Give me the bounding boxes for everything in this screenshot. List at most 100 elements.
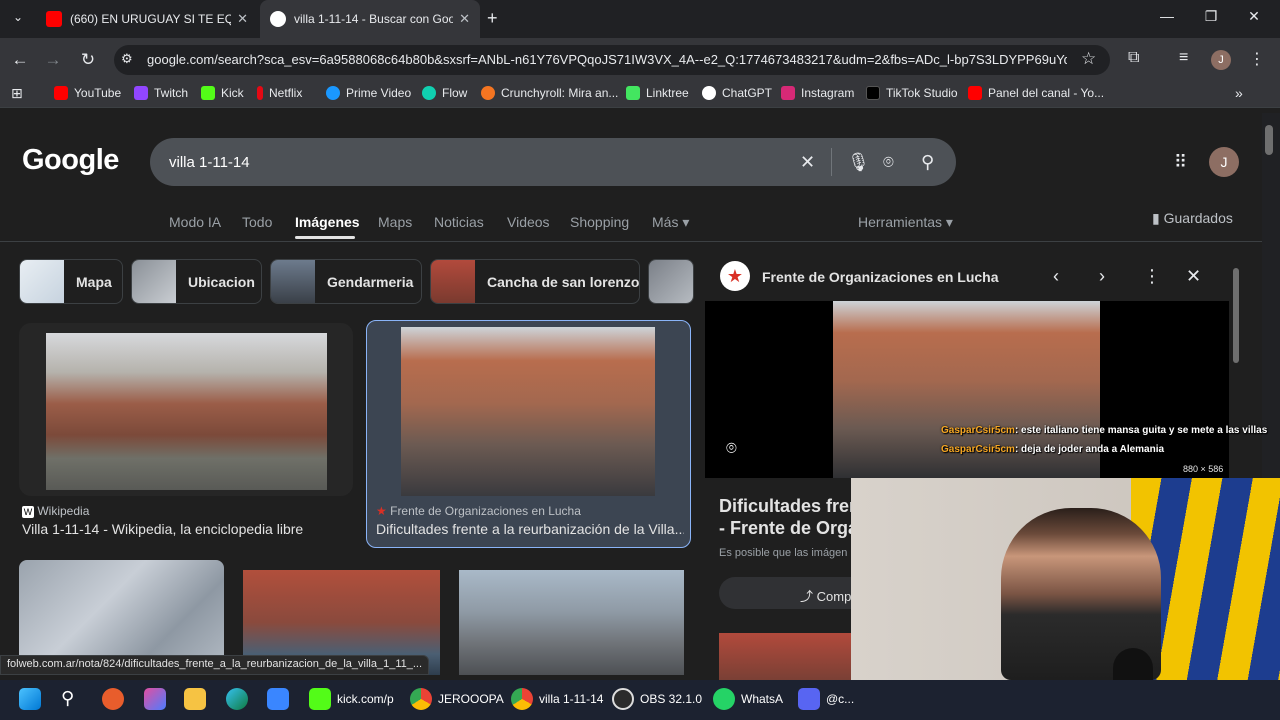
chip-thumbnail	[132, 260, 176, 303]
chip-ubicacion[interactable]: Ubicacion	[131, 259, 262, 304]
taskbar-chrome-profile[interactable]: JEROOOPA	[410, 688, 504, 710]
windows-start-icon[interactable]	[19, 688, 47, 710]
clear-icon[interactable]: ✕	[800, 152, 815, 173]
tab-google-search[interactable]: villa 1-11-14 - Buscar con Goog ✕	[260, 0, 480, 38]
result-image[interactable]	[459, 570, 684, 675]
bookmark-kick[interactable]: Kick	[201, 86, 244, 100]
panel-description: Es posible que las imágen	[719, 547, 848, 559]
taskbar-discord[interactable]: @c...	[798, 688, 854, 710]
close-icon[interactable]: ✕	[237, 11, 248, 27]
tab-imagenes[interactable]: Imágenes	[295, 214, 360, 230]
account-avatar[interactable]: J	[1209, 147, 1239, 177]
result-title[interactable]: Dificultades frente a la reurbanización …	[376, 521, 684, 537]
result-image[interactable]	[401, 327, 655, 496]
chat-message: GasparCsir5cm: este italiano tiene mansa…	[941, 425, 1268, 436]
kick-icon	[201, 86, 215, 100]
search-icon[interactable]: ⚲	[921, 152, 934, 173]
store-icon[interactable]	[267, 688, 295, 710]
tools-button[interactable]: Herramientas ▾	[858, 214, 953, 231]
previous-icon[interactable]: ‹	[1053, 266, 1059, 287]
search-input[interactable]: villa 1-11-14	[169, 154, 250, 171]
bookmark-panel-canal[interactable]: Panel del canal - Yo...	[968, 86, 1104, 100]
chip-gendarmeria[interactable]: Gendarmeria	[270, 259, 422, 304]
tab-maps[interactable]: Maps	[378, 214, 412, 230]
site-info-icon[interactable]: ⚙	[121, 51, 133, 67]
apps-grid-icon[interactable]: ⊞	[11, 85, 23, 102]
lens-icon[interactable]: ⌾	[883, 152, 894, 173]
bookmark-instagram[interactable]: Instagram	[781, 86, 854, 100]
chip-mapa[interactable]: Mapa	[19, 259, 123, 304]
restore-icon[interactable]: ❐	[1196, 8, 1226, 25]
forward-icon[interactable]: →	[41, 50, 65, 70]
result-title[interactable]: Villa 1-11-14 - Wikipedia, la encicloped…	[22, 521, 352, 537]
saved-button[interactable]: ▮ Guardados	[1152, 210, 1233, 227]
close-window-icon[interactable]: ✕	[1239, 8, 1269, 25]
bookmark-twitch[interactable]: Twitch	[134, 86, 188, 100]
taskbar-app-icon[interactable]	[102, 688, 130, 710]
menu-icon[interactable]: ⋮	[1249, 49, 1265, 69]
tab-videos[interactable]: Videos	[507, 214, 550, 230]
microphone	[1113, 648, 1153, 680]
office-icon[interactable]	[144, 688, 172, 710]
bookmark-flow[interactable]: Flow	[422, 86, 467, 100]
bookmark-linktree[interactable]: Linktree	[626, 86, 689, 100]
bookmark-tiktok-studio[interactable]: TikTok Studio	[866, 86, 958, 100]
bookmark-star-icon[interactable]: ☆	[1081, 49, 1096, 69]
tab-search-icon[interactable]: ⌄	[8, 10, 28, 24]
new-tab-button[interactable]: +	[487, 8, 498, 29]
chip-more[interactable]	[648, 259, 694, 304]
bookmark-crunchyroll[interactable]: Crunchyroll: Mira an...	[481, 86, 618, 100]
media-icon[interactable]: ≡	[1179, 49, 1188, 67]
tab-modo-ia[interactable]: Modo IA	[169, 214, 221, 230]
linktree-icon	[626, 86, 640, 100]
taskbar-whatsapp[interactable]: WhatsA	[713, 688, 783, 710]
chip-thumbnail	[20, 260, 64, 303]
search-box[interactable]	[150, 138, 956, 186]
close-panel-icon[interactable]: ✕	[1186, 266, 1201, 287]
more-bookmarks-icon[interactable]: »	[1235, 85, 1243, 101]
panel-source-title[interactable]: Frente de Organizaciones en Lucha	[762, 269, 999, 285]
bookmark-chatgpt[interactable]: ChatGPT	[702, 86, 772, 100]
tab-noticias[interactable]: Noticias	[434, 214, 484, 230]
tab-title: (660) EN URUGUAY SI TE EQUIV	[70, 12, 232, 26]
bookmark-prime-video[interactable]: Prime Video	[326, 86, 411, 100]
lens-search-icon[interactable]: ⌾	[726, 438, 737, 459]
taskbar-obs[interactable]: OBS 32.1.0	[612, 688, 702, 710]
back-icon[interactable]: ←	[8, 50, 32, 70]
twitch-icon	[134, 86, 148, 100]
tab-youtube[interactable]: (660) EN URUGUAY SI TE EQUIV ✕	[36, 0, 258, 38]
page-scrollbar[interactable]	[1265, 125, 1273, 155]
google-logo[interactable]: Google	[22, 144, 119, 177]
file-explorer-icon[interactable]	[184, 688, 212, 710]
profile-avatar[interactable]: J	[1211, 50, 1231, 70]
edge-icon[interactable]	[226, 688, 254, 710]
netflix-icon	[257, 86, 263, 100]
reload-icon[interactable]: ↻	[76, 50, 100, 70]
minimize-icon[interactable]: —	[1152, 8, 1182, 24]
panel-scrollbar[interactable]	[1233, 268, 1239, 363]
result-image[interactable]	[46, 333, 327, 490]
tab-mas[interactable]: Más ▾	[652, 214, 689, 231]
close-icon[interactable]: ✕	[459, 11, 470, 27]
more-options-icon[interactable]: ⋮	[1143, 266, 1161, 287]
bookmark-youtube[interactable]: YouTube	[54, 86, 121, 100]
apps-icon[interactable]: ⠿	[1174, 152, 1187, 173]
status-bar-url: folweb.com.ar/nota/824/dificultades_fren…	[0, 655, 430, 675]
chip-cancha-san-lorenzo[interactable]: Cancha de san lorenzo	[430, 259, 640, 304]
result-source: W Wikipedia	[22, 504, 90, 518]
tiktok-icon	[866, 86, 880, 100]
extensions-icon[interactable]: ⧉	[1128, 49, 1139, 67]
related-image[interactable]	[719, 633, 851, 680]
tab-shopping[interactable]: Shopping	[570, 214, 629, 230]
bookmark-netflix[interactable]: Netflix	[257, 86, 302, 100]
taskbar-search-icon[interactable]: ⚲	[61, 688, 74, 709]
panel-title[interactable]: Dificultades frent - Frente de Organ	[719, 495, 869, 539]
taskbar-kick[interactable]: kick.com/p	[309, 688, 394, 710]
flow-icon	[422, 86, 436, 100]
microphone-icon[interactable]: 🎙	[847, 152, 870, 173]
crunchyroll-icon	[481, 86, 495, 100]
url-text[interactable]: google.com/search?sca_esv=6a9588068c64b8…	[147, 52, 1067, 67]
taskbar-chrome-active[interactable]: villa 1-11-14	[511, 688, 603, 710]
next-icon[interactable]: ›	[1099, 266, 1105, 287]
tab-todo[interactable]: Todo	[242, 214, 272, 230]
